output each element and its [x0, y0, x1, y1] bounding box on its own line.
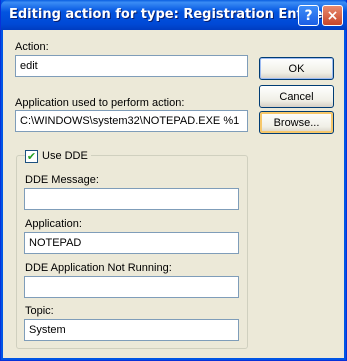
ok-button[interactable]: OK — [259, 57, 334, 80]
action-input[interactable]: edit — [15, 55, 248, 77]
dde-application-input[interactable]: NOTEPAD — [24, 232, 239, 254]
checkbox-check-icon: ✔ — [25, 149, 38, 163]
help-button[interactable]: ? — [298, 5, 319, 26]
dde-message-label: DDE Message: — [25, 174, 99, 186]
dde-not-running-label: DDE Application Not Running: — [25, 262, 172, 274]
cancel-button[interactable]: Cancel — [259, 85, 334, 108]
action-label: Action: — [15, 41, 49, 53]
dde-application-label: Application: — [25, 218, 82, 230]
title-bar[interactable]: Editing action for type: Registration En… — [1, 0, 347, 30]
application-command-input[interactable]: C:\WINDOWS\system32\NOTEPAD.EXE %1 — [15, 110, 248, 132]
dde-not-running-input[interactable] — [24, 276, 239, 298]
application-command-label: Application used to perform action: — [15, 97, 185, 109]
close-button[interactable]: × — [322, 5, 343, 26]
browse-button[interactable]: Browse... — [259, 111, 334, 134]
edit-action-dialog: Editing action for type: Registration En… — [0, 0, 347, 361]
dde-topic-label: Topic: — [25, 305, 54, 317]
dialog-title: Editing action for type: Registration En… — [9, 7, 331, 22]
cancel-button-label: Cancel — [279, 90, 314, 103]
dde-topic-input[interactable]: System — [24, 319, 239, 341]
browse-button-label: Browse... — [273, 116, 320, 129]
ok-button-label: OK — [288, 62, 305, 75]
dde-message-input[interactable] — [24, 188, 239, 210]
use-dde-checkbox[interactable]: ✔ Use DDE — [25, 149, 91, 163]
close-icon: × — [326, 7, 339, 24]
question-mark-icon: ? — [304, 7, 313, 24]
use-dde-label: Use DDE — [42, 150, 88, 162]
